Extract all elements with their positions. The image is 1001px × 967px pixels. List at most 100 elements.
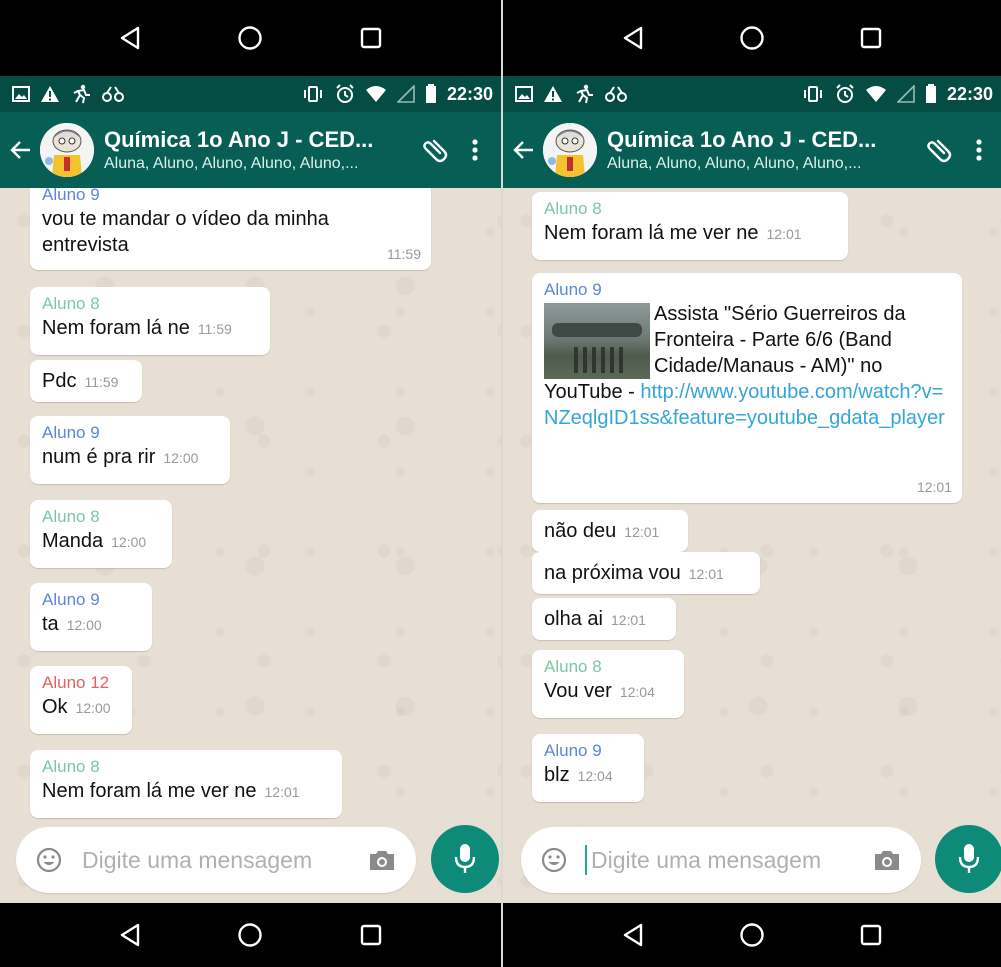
back-nav-icon[interactable] [618, 23, 648, 53]
emoji-icon[interactable] [36, 847, 62, 873]
battery-icon [425, 84, 436, 103]
mic-icon [958, 844, 980, 873]
chat-participants[interactable]: Aluna, Aluno, Aluno, Aluno, Aluno,... [104, 155, 415, 173]
message-sender: Aluno 8 [42, 294, 100, 313]
message-text: não deu [544, 520, 617, 542]
chat-title[interactable]: Química 1o Ano J - CED... [607, 127, 919, 153]
attach-icon[interactable] [919, 130, 959, 170]
message-time: 12:00 [163, 450, 199, 466]
message-list[interactable]: Aluno 8 Nem foram lá me ver ne 12:01 Alun… [503, 188, 1001, 903]
wifi-icon [365, 86, 386, 102]
group-avatar[interactable] [40, 123, 94, 177]
more-options-icon[interactable] [455, 130, 495, 170]
chat-header: Química 1o Ano J - CED... Aluna, Aluno, … [503, 112, 1001, 188]
text-cursor [585, 845, 587, 875]
recents-nav-icon[interactable] [356, 23, 386, 53]
message-text: Nem foram lá ne [42, 317, 190, 339]
message-bubble[interactable]: Aluno 9 Assista "Sério Guerreiros da Fro… [532, 273, 962, 503]
message-bubble[interactable]: Aluno 8 Manda 12:00 [30, 500, 172, 568]
camera-icon[interactable] [873, 848, 901, 872]
back-arrow-icon[interactable] [507, 130, 541, 170]
back-nav-icon[interactable] [618, 920, 648, 950]
message-bubble[interactable]: Aluno 9 vou te mandar o vídeo da minha e… [30, 188, 431, 270]
fitness-icon [605, 86, 627, 102]
message-time: 11:59 [84, 374, 119, 390]
recents-nav-icon[interactable] [856, 23, 886, 53]
message-bubble[interactable]: olha ai 12:01 [532, 598, 676, 640]
message-time: 11:59 [197, 321, 232, 337]
message-bubble[interactable]: Pdc 11:59 [30, 360, 142, 402]
status-bar: 22:30 [503, 76, 1001, 112]
message-bubble[interactable]: na próxima vou 12:01 [532, 552, 760, 594]
message-composer: Digite uma mensagem [0, 823, 501, 903]
alarm-icon [336, 84, 354, 103]
vibrate-icon [303, 86, 322, 102]
message-bubble[interactable]: Aluno 8 Vou ver 12:04 [532, 650, 684, 718]
alarm-icon [836, 84, 854, 103]
message-time: 12:04 [577, 768, 613, 784]
message-time: 12:00 [111, 534, 147, 550]
chat-participants[interactable]: Aluna, Aluno, Aluno, Aluno, Aluno,... [607, 155, 919, 173]
message-input[interactable]: Digite uma mensagem [521, 827, 921, 893]
message-input-placeholder: Digite uma mensagem [591, 846, 822, 873]
chat-header: Química 1o Ano J - CED... Aluna, Aluno, … [0, 112, 501, 188]
mic-button[interactable] [431, 825, 499, 893]
back-nav-icon[interactable] [115, 920, 145, 950]
message-bubble[interactable]: Aluno 9 ta 12:00 [30, 583, 152, 651]
message-text: vou te mandar o vídeo da minha entrevist… [42, 208, 329, 256]
emoji-icon[interactable] [541, 847, 567, 873]
home-nav-icon[interactable] [235, 23, 265, 53]
message-text: Nem foram lá me ver ne [42, 780, 257, 802]
message-sender: Aluno 8 [544, 199, 602, 218]
phone-screen-left: 22:30 Química 1o Ano J - CED... Aluna, A… [0, 0, 501, 967]
message-sender: Aluno 9 [544, 741, 602, 760]
message-text: num é pra rir [42, 446, 156, 468]
message-sender: Aluno 8 [544, 657, 602, 676]
home-nav-icon[interactable] [737, 23, 767, 53]
message-time: 12:01 [610, 612, 646, 628]
phone-screen-right: 22:30 Química 1o Ano J - CED... Aluna, A… [503, 0, 1001, 967]
message-text: Pdc [42, 370, 77, 392]
mic-button[interactable] [935, 825, 1001, 893]
message-time: 12:01 [916, 479, 952, 495]
message-bubble[interactable]: Aluno 12 Ok 12:00 [30, 666, 132, 734]
attach-icon[interactable] [415, 130, 455, 170]
clock: 22:30 [446, 83, 493, 104]
message-bubble[interactable]: não deu 12:01 [532, 510, 688, 552]
system-nav-bar-bottom [503, 903, 1001, 967]
battery-icon [925, 84, 936, 103]
back-nav-icon[interactable] [115, 23, 145, 53]
camera-icon[interactable] [368, 848, 396, 872]
home-nav-icon[interactable] [235, 920, 265, 950]
home-nav-icon[interactable] [737, 920, 767, 950]
message-time: 12:01 [624, 524, 660, 540]
message-bubble[interactable]: Aluno 8 Nem foram lá me ver ne 12:01 [532, 192, 848, 260]
more-options-icon[interactable] [959, 130, 999, 170]
message-time: 12:04 [619, 684, 655, 700]
recents-nav-icon[interactable] [356, 920, 386, 950]
message-sender: Aluno 12 [42, 673, 110, 692]
group-avatar[interactable] [543, 123, 597, 177]
recents-nav-icon[interactable] [856, 920, 886, 950]
message-time: 12:01 [766, 226, 802, 242]
message-sender: Aluno 9 [544, 280, 602, 299]
message-list[interactable]: Aluno 9 vou te mandar o vídeo da minha e… [0, 188, 501, 903]
message-sender: Aluno 9 [42, 188, 100, 204]
message-input[interactable]: Digite uma mensagem [16, 827, 416, 893]
message-time: 12:01 [688, 566, 724, 582]
message-bubble[interactable]: Aluno 9 num é pra rir 12:00 [30, 416, 230, 484]
message-text: Vou ver [544, 680, 612, 702]
back-arrow-icon[interactable] [4, 130, 38, 170]
message-bubble[interactable]: Aluno 9 blz 12:04 [532, 734, 644, 802]
video-thumbnail[interactable] [544, 303, 650, 379]
message-bubble[interactable]: Aluno 8 Nem foram lá me ver ne 12:01 [30, 750, 342, 818]
system-nav-bar-top [0, 0, 501, 76]
chat-title[interactable]: Química 1o Ano J - CED... [104, 127, 415, 153]
warning-icon [544, 86, 562, 102]
wifi-icon [865, 86, 886, 102]
message-bubble[interactable]: Aluno 8 Nem foram lá ne 11:59 [30, 287, 270, 355]
message-input-placeholder: Digite uma mensagem [82, 846, 313, 873]
warning-icon [41, 86, 59, 102]
message-time: 12:00 [66, 617, 102, 633]
vibrate-icon [803, 86, 822, 102]
